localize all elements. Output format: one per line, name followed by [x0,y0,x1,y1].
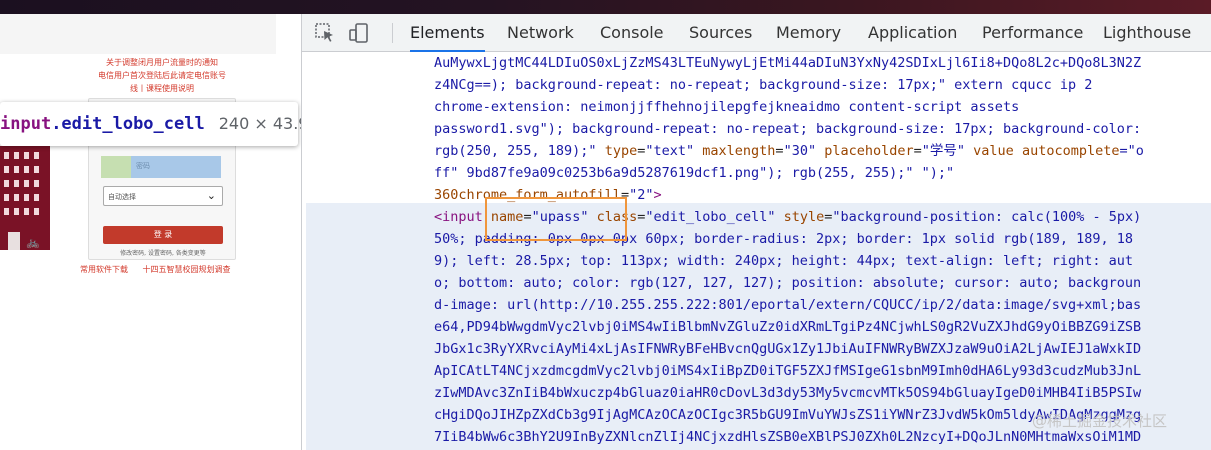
login-button[interactable]: 登 录 [103,226,223,244]
device-toolbar-icon[interactable] [348,22,370,44]
dom-line: e64,PD94bWwgdmVyc2lvbj0iMS4wIiBlbmNvZGlu… [434,319,1142,335]
password-input-padding-highlight [101,156,131,178]
inspect-element-icon[interactable] [314,22,336,44]
dom-line: password1.svg"); background-repeat: no-r… [434,121,1142,137]
devtools-tabbar: Elements Network Console Sources Memory … [302,14,1211,52]
tab-elements[interactable]: Elements [410,14,485,52]
tab-sources[interactable]: Sources [689,14,752,52]
dom-line: AuMywxLjgtMC44LDIuOS0xLjZzMS43LTEuNywyLj… [434,55,1142,71]
inspect-tooltip: input.edit_lobo_cell 240 × 43.97 [0,102,301,146]
password-placeholder: 密码 [136,162,150,170]
elements-dom-tree[interactable]: AuMywxLjgtMC44LDIuOS0xLjZzMS43LTEuNywyLj… [302,52,1211,450]
top-strip [0,0,1211,14]
dom-line: 9); left: 28.5px; top: 113px; width: 240… [434,253,1133,269]
tab-lighthouse[interactable]: Lighthouse [1103,14,1191,52]
dom-line: chrome-extension: neimonjjffhehnojilepgf… [434,99,1020,115]
annotation-highlight-box [485,197,627,241]
tab-memory[interactable]: Memory [776,14,841,52]
dom-line: ApICAtLT4NCjxzdmcgdmVyc2lvbj0iMS4xIiBpZD… [434,363,1142,379]
network-select-value: 自动选择 [108,193,136,201]
network-select[interactable]: 自动选择 ⌄ [103,186,223,206]
tab-performance[interactable]: Performance [982,14,1083,52]
dom-line: d-image: url(http://10.255.255.222:801/e… [434,297,1142,313]
dom-line: JbGx1c3RyYXRvciAyMi4xLjAsIFNWRyBFeHBvcnQ… [434,341,1142,357]
tooltip-tag: input [0,114,52,134]
dom-line: o; bottom: auto; color: rgb(127, 127, 12… [434,275,1142,291]
chevron-down-icon: ⌄ [206,189,216,202]
toolbar-divider [392,23,393,43]
tab-application[interactable]: Application [868,14,957,52]
preview-header-area [0,14,276,54]
tab-network[interactable]: Network [507,14,574,52]
bicycle-icon: 🚲 [26,236,40,249]
software-download-link[interactable]: 常用软件下载 [80,265,128,274]
campus-survey-link[interactable]: 十四五智慧校园规划调查 [143,265,231,274]
watermark-text: @稀土掘金技术社区 [1032,412,1168,430]
notice-link-2[interactable]: 电信用户首次登陆后此请定电信账号 [72,70,252,81]
notice-link-3[interactable]: 线丨课程使用说明 [72,83,252,94]
tooltip-class: .edit_lobo_cell [51,114,205,134]
dom-line: z4NCg==); background-repeat: no-repeat; … [434,77,1093,93]
campus-building-image: 🚲 [0,146,50,250]
dom-line: ff" 9bd87fe9a09c0253b6a9d5287619dcf1.png… [434,165,955,181]
login-tip-text: 修改密码, 设置密码, 各类变更等 [120,250,206,257]
dom-line: rgb(250, 255, 189);" type="text" maxleng… [434,143,1144,159]
tab-console[interactable]: Console [600,14,664,52]
devtools-panel: Elements Network Console Sources Memory … [301,14,1211,450]
dom-line: zIwMDAvc3ZnIiB4bWxuczp4bGluaz0iaHR0cDovL… [434,385,1142,401]
notice-link-1[interactable]: 关于调整闭月用户流量时的通知 [72,57,252,68]
page-preview: 关于调整闭月用户流量时的通知 电信用户首次登陆后此请定电信账号 线丨课程使用说明… [0,14,301,450]
tooltip-dimensions: 240 × 43.97 [218,114,301,133]
bottom-links: 常用软件下载 十四五智慧校园规划调查 [80,264,243,275]
